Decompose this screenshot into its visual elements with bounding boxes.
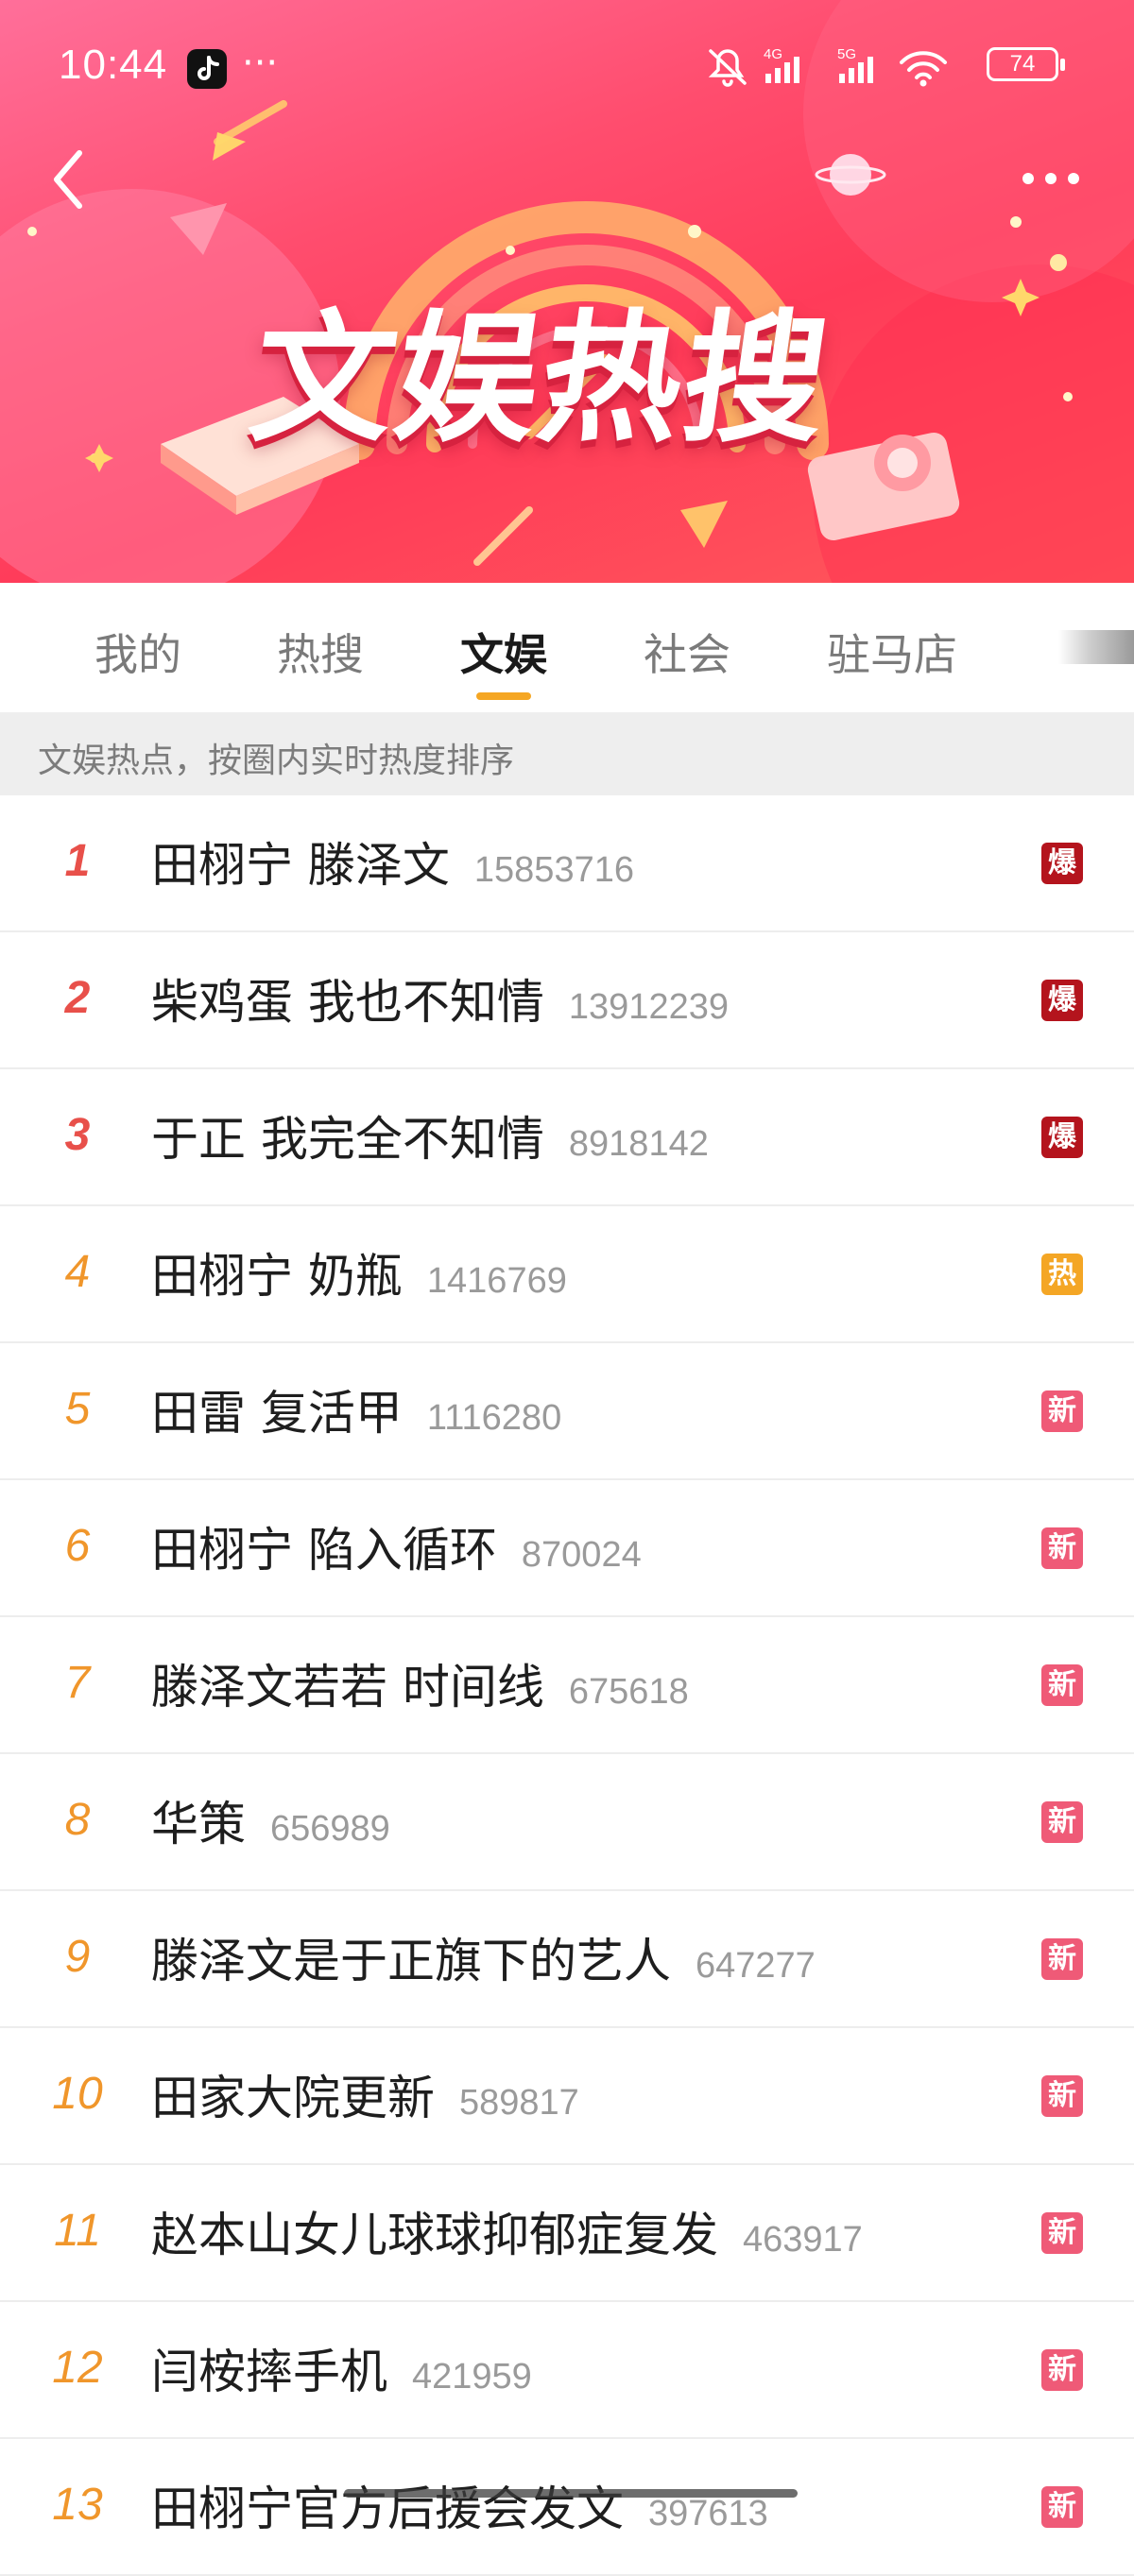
- more-dot-icon: [1022, 173, 1034, 184]
- heat-count: 8918142: [568, 1124, 709, 1164]
- explosive-badge: 爆: [1041, 843, 1083, 884]
- topic-title: 于正 我完全不知情: [151, 1112, 544, 1167]
- more-notifications-icon: ···: [242, 42, 279, 85]
- status-time: 10:44: [59, 42, 168, 88]
- tab-hot-search[interactable]: 热搜: [277, 621, 364, 683]
- heat-count: 656989: [270, 1809, 390, 1849]
- status-bar: 10:44 ··· 4G 5G 74: [0, 0, 1134, 132]
- heat-count: 870024: [521, 1535, 642, 1575]
- wifi-icon: [900, 51, 947, 79]
- rank-number: 7: [64, 1658, 91, 1708]
- tab-entertainment[interactable]: 文娱: [460, 621, 547, 683]
- list-item[interactable]: 5 田雷 复活甲 1116280 新: [0, 1343, 1134, 1480]
- new-badge: 新: [1041, 1801, 1083, 1843]
- rank-number: 12: [52, 2343, 103, 2393]
- more-dot-icon: [1068, 173, 1079, 184]
- list-item[interactable]: 1 田栩宁 滕泽文 15853716 爆: [0, 795, 1134, 932]
- new-badge: 新: [1041, 2075, 1083, 2117]
- tiktok-notification-icon: [187, 49, 227, 89]
- list-item[interactable]: 8 华策 656989 新: [0, 1754, 1134, 1891]
- explosive-badge: 爆: [1041, 1117, 1083, 1158]
- list-item[interactable]: 6 田栩宁 陷入循环 870024 新: [0, 1480, 1134, 1617]
- new-badge: 新: [1041, 1527, 1083, 1569]
- battery-indicator: 74: [987, 47, 1065, 81]
- header-banner: 10:44 ··· 4G 5G 74 文娱热搜: [0, 0, 1134, 583]
- rank-number: 9: [64, 1932, 91, 1982]
- heat-count: 1116280: [426, 1398, 562, 1438]
- topic-title: 滕泽文若若 时间线: [151, 1660, 544, 1714]
- list-item[interactable]: 2 柴鸡蛋 我也不知情 13912239 爆: [0, 932, 1134, 1069]
- hot-badge: 热: [1041, 1254, 1083, 1295]
- rank-number: 1: [64, 836, 91, 886]
- home-indicator[interactable]: [344, 2489, 798, 2498]
- more-options-button[interactable]: [1013, 155, 1089, 202]
- more-dot-icon: [1045, 173, 1057, 184]
- list-description: 文娱热点，按圈内实时热度排序: [38, 742, 515, 780]
- topic-title: 华策: [151, 1797, 246, 1851]
- svg-text:5G: 5G: [837, 46, 856, 62]
- rank-number: 10: [52, 2069, 103, 2119]
- rank-number: 6: [64, 1521, 91, 1571]
- heat-count: 675618: [568, 1672, 689, 1712]
- back-button[interactable]: [38, 142, 104, 217]
- rank-number: 5: [64, 1384, 91, 1434]
- rank-number: 8: [64, 1795, 91, 1845]
- status-indicators: 4G 5G 74: [707, 43, 1075, 91]
- list-item[interactable]: 3 于正 我完全不知情 8918142 爆: [0, 1069, 1134, 1206]
- topic-title: 田栩宁 滕泽文: [151, 838, 450, 893]
- list-item[interactable]: 11 赵本山女儿球球抑郁症复发 463917 新: [0, 2165, 1134, 2302]
- heat-count: 589817: [459, 2083, 579, 2123]
- new-badge: 新: [1041, 1938, 1083, 1980]
- new-badge: 新: [1041, 2349, 1083, 2391]
- topic-title: 田栩宁 陷入循环: [151, 1523, 497, 1578]
- rank-number: 4: [64, 1247, 91, 1297]
- heat-count: 15853716: [473, 850, 634, 890]
- list-item[interactable]: 9 滕泽文是于正旗下的艺人 647277 新: [0, 1891, 1134, 2028]
- rank-number: 2: [64, 973, 91, 1023]
- svg-text:4G: 4G: [764, 46, 782, 62]
- list-description-bar: 文娱热点，按圈内实时热度排序: [0, 712, 1134, 795]
- topic-title: 田栩宁 奶瓶: [151, 1249, 403, 1304]
- topic-title: 田雷 复活甲: [151, 1386, 403, 1441]
- tab-society[interactable]: 社会: [644, 621, 730, 683]
- heat-count: 463917: [743, 2220, 863, 2260]
- heat-count: 421959: [412, 2357, 532, 2397]
- rank-number: 3: [64, 1110, 91, 1160]
- banner-title: 文娱热搜: [241, 298, 840, 462]
- signal-icons: 4G 5G: [708, 46, 947, 87]
- topic-title: 柴鸡蛋 我也不知情: [151, 975, 544, 1030]
- active-tab-indicator: [476, 692, 531, 700]
- tab-overflow-fade[interactable]: [1058, 630, 1134, 664]
- hot-search-list: 1 田栩宁 滕泽文 15853716 爆 2 柴鸡蛋 我也不知情 13912239 …: [0, 795, 1134, 2576]
- list-item[interactable]: 12 闫桉摔手机 421959 新: [0, 2302, 1134, 2439]
- category-tabs: 我的 热搜 文娱 社会 驻马店: [0, 583, 1134, 712]
- heat-count: 647277: [696, 1946, 816, 1986]
- tab-zhumadian[interactable]: 驻马店: [827, 621, 957, 683]
- topic-title: 赵本山女儿球球抑郁症复发: [151, 2208, 718, 2262]
- topic-title: 田家大院更新: [151, 2071, 435, 2125]
- heat-count: 1416769: [426, 1261, 567, 1301]
- rank-number: 13: [52, 2480, 103, 2530]
- list-item[interactable]: 7 滕泽文若若 时间线 675618 新: [0, 1617, 1134, 1754]
- new-badge: 新: [1041, 1664, 1083, 1706]
- heat-count: 13912239: [568, 987, 729, 1027]
- new-badge: 新: [1041, 1390, 1083, 1432]
- heat-count: 397613: [648, 2494, 768, 2533]
- list-item[interactable]: 13 田栩宁官方后援会发文 397613 新: [0, 2439, 1134, 2576]
- explosive-badge: 爆: [1041, 980, 1083, 1021]
- list-item[interactable]: 4 田栩宁 奶瓶 1416769 热: [0, 1206, 1134, 1343]
- chevron-left-icon: [54, 150, 82, 209]
- topic-title: 滕泽文是于正旗下的艺人: [151, 1934, 671, 1988]
- rank-number: 11: [54, 2206, 101, 2256]
- new-badge: 新: [1041, 2486, 1083, 2528]
- mute-bell-icon: [708, 49, 747, 87]
- new-badge: 新: [1041, 2212, 1083, 2254]
- tab-mine[interactable]: 我的: [94, 621, 181, 683]
- topic-title: 闫桉摔手机: [151, 2345, 387, 2399]
- list-item[interactable]: 10 田家大院更新 589817 新: [0, 2028, 1134, 2165]
